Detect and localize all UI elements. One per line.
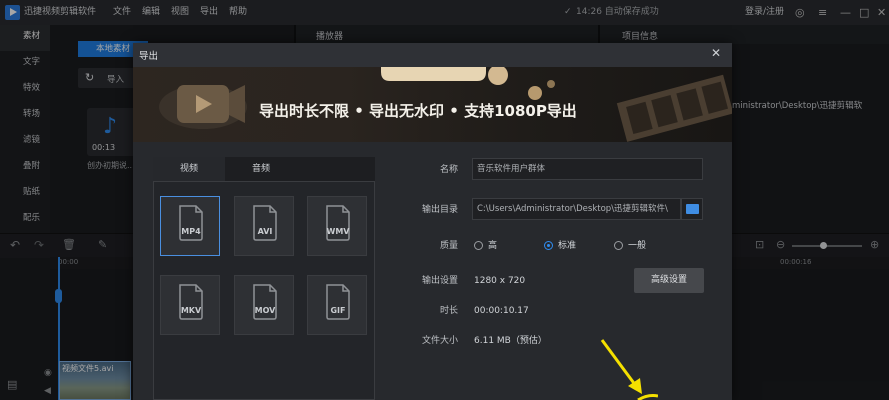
- tab-audio[interactable]: 音频: [225, 157, 297, 182]
- format-label: GIF: [330, 306, 346, 315]
- format-gif[interactable]: GIF: [307, 275, 367, 335]
- format-label: MKV: [180, 306, 202, 315]
- quality-normal-label: 一般: [628, 241, 647, 251]
- format-mp4[interactable]: MP4: [160, 196, 220, 256]
- name-label: 名称: [439, 165, 458, 175]
- advanced-settings-button[interactable]: 高级设置: [634, 268, 704, 293]
- output-dir-input[interactable]: C:\Users\Administrator\Desktop\迅捷剪辑软件\: [472, 198, 681, 220]
- file-size-label: 文件大小: [421, 336, 458, 346]
- file-size-value: 6.11 MB（预估）: [474, 336, 547, 346]
- duration-label: 时长: [439, 306, 458, 316]
- export-dialog-header: [133, 43, 732, 67]
- output-settings-label: 输出设置: [421, 276, 458, 286]
- format-label: MOV: [254, 306, 276, 315]
- format-mov[interactable]: MOV: [234, 275, 294, 335]
- quality-normal-radio[interactable]: [614, 241, 623, 250]
- quality-high-radio[interactable]: [474, 241, 483, 250]
- quality-standard-radio[interactable]: [544, 241, 553, 250]
- quality-high-label: 高: [488, 241, 498, 251]
- name-input[interactable]: 音乐软件用户群体: [472, 158, 703, 180]
- format-mkv[interactable]: MKV: [160, 275, 220, 335]
- format-avi[interactable]: AVI: [234, 196, 294, 256]
- format-label: AVI: [257, 227, 273, 236]
- format-label: MP4: [181, 227, 201, 236]
- quality-standard-label: 标准: [558, 241, 577, 251]
- format-label: WMV: [326, 227, 350, 236]
- folder-icon: [686, 204, 699, 214]
- duration-value: 00:00:10.17: [474, 306, 529, 316]
- tab-video[interactable]: 视频: [153, 157, 225, 181]
- export-dialog-title: 导出: [139, 51, 159, 62]
- close-dialog-icon[interactable]: ✕: [711, 46, 721, 60]
- output-dir-label: 输出目录: [421, 205, 458, 215]
- quality-label: 质量: [439, 241, 458, 251]
- banner-text: 导出时长不限 • 导出无水印 • 支持1080P导出: [259, 102, 577, 120]
- annotation-arrow: [600, 339, 658, 400]
- format-wmv[interactable]: WMV: [307, 196, 367, 256]
- resolution-value: 1280 x 720: [474, 276, 526, 286]
